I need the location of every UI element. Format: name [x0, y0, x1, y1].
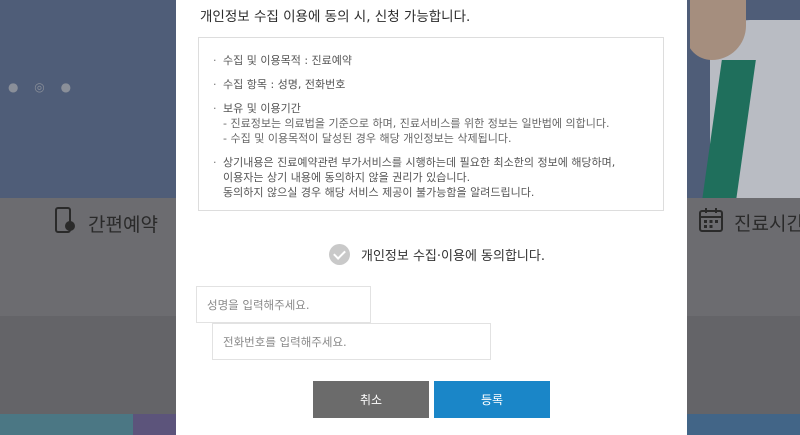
quick-reservation-label: 간편예약	[88, 213, 158, 236]
notice-refuse-line: 동의하지 않으실 경우 해당 서비스 제공이 불가능함을 알려드립니다.	[223, 186, 535, 199]
notice-refuse-line: 상기내용은 진료예약관련 부가서비스를 시행하는데 필요한 최소한의 정보에 해…	[213, 155, 649, 170]
notice-retention-title: 보유 및 이용기간	[213, 101, 649, 116]
phone-icon	[52, 206, 78, 240]
notice-items: 수집 항목 : 성명, 전화번호	[213, 77, 649, 92]
modal-title: 개인정보 수집 이용에 동의 시, 신청 가능합니다.	[200, 9, 471, 25]
doctor-illustration	[690, 0, 800, 198]
notice-purpose: 수집 및 이용목적 : 진료예약	[213, 53, 649, 68]
notice-retention-line: - 수집 및 이용목적이 달성된 경우 해당 개인정보는 삭제됩니다.	[223, 132, 512, 145]
quick-reservation-tile[interactable]: 간편예약	[52, 206, 158, 240]
agree-checkbox[interactable]: 개인정보 수집·이용에 동의합니다.	[329, 244, 545, 265]
submit-button[interactable]: 등록	[434, 381, 550, 418]
cancel-button[interactable]: 취소	[313, 381, 429, 418]
name-input[interactable]	[196, 286, 371, 323]
privacy-consent-modal: 개인정보 수집 이용에 동의 시, 신청 가능합니다. 수집 및 이용목적 : …	[176, 0, 687, 435]
notice-refuse-line: 이용자는 상기 내용에 동의하지 않을 권리가 있습니다.	[223, 171, 471, 184]
calendar-icon	[698, 206, 724, 238]
phone-input[interactable]	[212, 323, 491, 360]
clinic-hours-label: 진료시간	[734, 212, 800, 235]
privacy-notice-box: 수집 및 이용목적 : 진료예약 수집 항목 : 성명, 전화번호 보유 및 이…	[198, 37, 664, 211]
agree-label: 개인정보 수집·이용에 동의합니다.	[361, 249, 545, 264]
notice-retention-line: - 진료정보는 의료법을 기준으로 하며, 진료서비스를 위한 정보는 일반법에…	[223, 117, 610, 130]
slider-dots-icon: ● ◎ ●	[8, 80, 78, 94]
background-strip-segment	[0, 414, 134, 435]
clinic-hours-tile[interactable]: 진료시간	[698, 206, 800, 238]
check-icon[interactable]	[329, 244, 350, 265]
